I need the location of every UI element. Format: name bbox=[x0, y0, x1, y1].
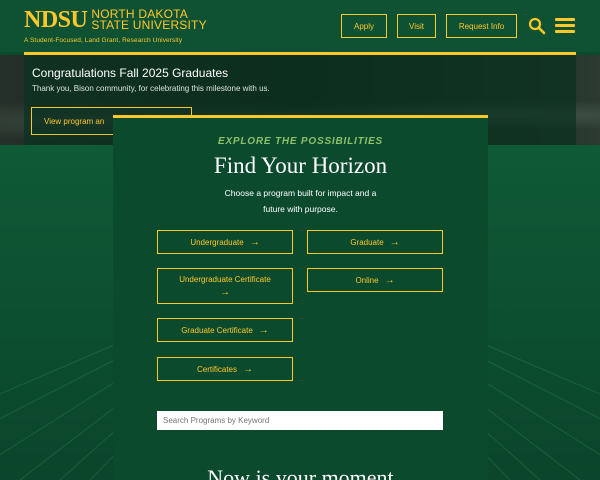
certificates-button[interactable]: Certificates → bbox=[157, 357, 293, 381]
arrow-right-icon: → bbox=[243, 363, 253, 375]
program-search-input[interactable] bbox=[157, 411, 443, 430]
search-icon[interactable] bbox=[528, 17, 546, 35]
explore-subtitle: Choose a program built for impact and a … bbox=[224, 188, 377, 214]
arrow-right-icon: → bbox=[258, 324, 269, 336]
hero-subtitle: Thank you, Bison community, for celebrat… bbox=[32, 84, 270, 93]
undergraduate-certificate-label: Undergraduate Certificate bbox=[179, 275, 271, 284]
arrow-right-icon: → bbox=[249, 236, 260, 248]
logo-line-2: STATE UNIVERSITY bbox=[91, 18, 207, 32]
tagline: A Student-Focused, Land Grant, Research … bbox=[24, 37, 183, 44]
undergraduate-certificate-button[interactable]: Undergraduate Certificate → bbox=[157, 268, 293, 304]
site-header: NDSU NORTH DAKOTA STATE UNIVERSITY A Stu… bbox=[0, 0, 600, 52]
undergraduate-label: Undergraduate bbox=[190, 237, 244, 247]
hero-title: Congratulations Fall 2025 Graduates bbox=[32, 66, 229, 80]
graduate-button[interactable]: Graduate → bbox=[307, 230, 443, 254]
logo-mark: NDSU bbox=[24, 7, 88, 33]
explore-eyebrow: EXPLORE THE POSSIBILITIES bbox=[217, 136, 384, 147]
online-button[interactable]: Online → bbox=[307, 268, 443, 292]
hamburger-menu-icon[interactable] bbox=[555, 18, 575, 33]
graduate-certificate-button[interactable]: Graduate Certificate → bbox=[157, 318, 293, 342]
graduate-label: Graduate bbox=[350, 237, 384, 247]
moment-heading: Now is your moment bbox=[207, 465, 394, 480]
explore-title: Find Your Horizon bbox=[213, 153, 388, 178]
arrow-right-icon: → bbox=[220, 287, 230, 298]
undergraduate-button[interactable]: Undergraduate → bbox=[157, 230, 293, 254]
certificates-label: Certificates bbox=[196, 364, 237, 374]
ndsu-logo[interactable]: NDSU NORTH DAKOTA STATE UNIVERSITY bbox=[24, 8, 207, 32]
logo-name: NORTH DAKOTA STATE UNIVERSITY bbox=[91, 8, 206, 31]
graduate-certificate-label: Graduate Certificate bbox=[181, 325, 253, 335]
request-info-button[interactable]: Request Info bbox=[446, 14, 517, 38]
apply-button[interactable]: Apply bbox=[341, 14, 387, 38]
online-label: Online bbox=[355, 275, 379, 285]
arrow-right-icon: → bbox=[389, 236, 400, 248]
arrow-right-icon: → bbox=[384, 274, 395, 286]
visit-button[interactable]: Visit bbox=[397, 14, 436, 38]
